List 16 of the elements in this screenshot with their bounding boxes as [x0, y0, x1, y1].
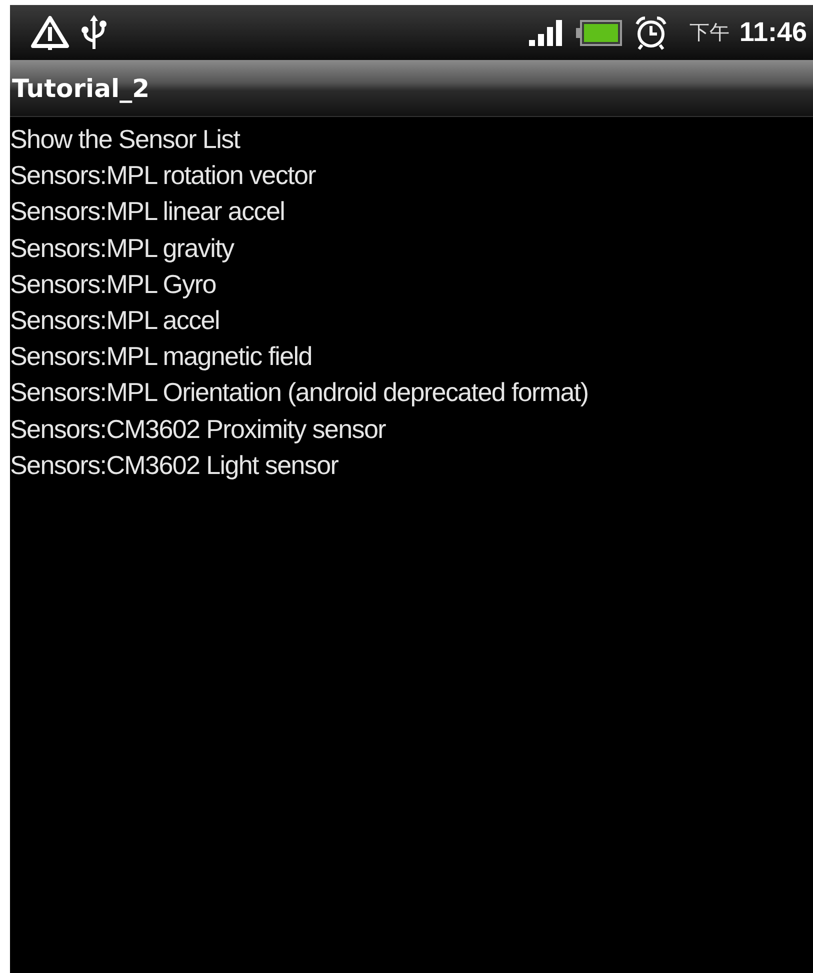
sensor-list-line: Sensors:MPL rotation vector: [10, 159, 317, 192]
sensor-list-line: Sensors:MPL magnetic field: [10, 340, 313, 374]
alarm-clock-icon: [633, 14, 670, 50]
sensor-list-line: Sensors:MPL linear accel: [10, 195, 286, 228]
sensor-list-line: Sensors:MPL accel: [10, 304, 220, 338]
sensor-list-line: Sensors:CM3602 Proximity sensor: [10, 412, 387, 446]
warning-icon: [30, 14, 70, 50]
app-title: Tutorial_2: [12, 74, 150, 102]
battery-icon: [575, 18, 624, 46]
sensor-list-line: Sensors:CM3602 Light sensor: [10, 448, 340, 482]
am-pm-label: 下午: [689, 19, 730, 46]
sensor-list-line: Show the Sensor List: [10, 123, 242, 156]
sensor-list-line: Sensors:MPL Gyro: [10, 268, 217, 301]
sensor-list-line: Sensors:MPL gravity: [10, 232, 236, 265]
sensor-list-line: Sensors:MPL Orientation (android deprecated format): [10, 376, 590, 410]
clock-time: 11:46: [739, 17, 807, 48]
